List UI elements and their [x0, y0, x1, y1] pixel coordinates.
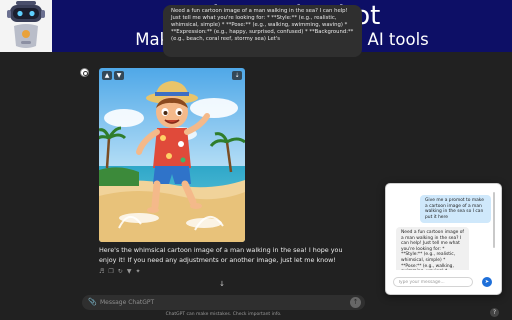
regenerate-icon[interactable]: ↻	[118, 268, 123, 276]
generated-image[interactable]: ▲ ▼ ⇣	[99, 68, 245, 242]
attach-icon[interactable]: 📎	[88, 298, 97, 307]
extension-scrollbar[interactable]	[493, 192, 495, 248]
extension-message-input[interactable]	[393, 277, 473, 287]
extension-send-button[interactable]: ➤	[482, 277, 492, 287]
assistant-avatar-icon	[80, 68, 89, 77]
thumbs-down-icon[interactable]: ▼	[127, 268, 132, 276]
extension-chat-panel: Give me a promot to make a cartoon image…	[385, 183, 502, 295]
extension-messages: Give me a promot to make a cartoon image…	[390, 190, 494, 270]
message-input[interactable]	[100, 297, 340, 308]
disclaimer-text: ChatGPT can make mistakes. Check importa…	[165, 312, 282, 317]
message-actions: ♬ ❐ ↻ ▼ ✦	[99, 268, 140, 276]
scroll-down-icon[interactable]: ↓	[217, 279, 227, 289]
robot-logo-icon	[0, 0, 52, 52]
dislike-image-icon[interactable]: ▼	[114, 71, 124, 80]
extension-user-message: Give me a promot to make a cartoon image…	[420, 195, 491, 224]
download-icon[interactable]: ⇣	[232, 71, 242, 80]
message-composer: 📎 ↑	[82, 295, 365, 310]
extension-bot-message: Need a fun cartoon image of a man walkin…	[396, 227, 469, 270]
speaker-icon[interactable]: ♬	[99, 268, 104, 276]
assistant-message: Here's the whimsical cartoon image of a …	[99, 246, 343, 264]
copy-icon[interactable]: ❐	[108, 268, 113, 276]
send-button[interactable]: ↑	[350, 297, 361, 308]
user-message-bubble: Need a fun cartoon image of a man walkin…	[163, 5, 362, 57]
help-icon[interactable]: ?	[490, 308, 499, 317]
like-image-icon[interactable]: ▲	[102, 71, 112, 80]
model-icon[interactable]: ✦	[135, 268, 140, 276]
